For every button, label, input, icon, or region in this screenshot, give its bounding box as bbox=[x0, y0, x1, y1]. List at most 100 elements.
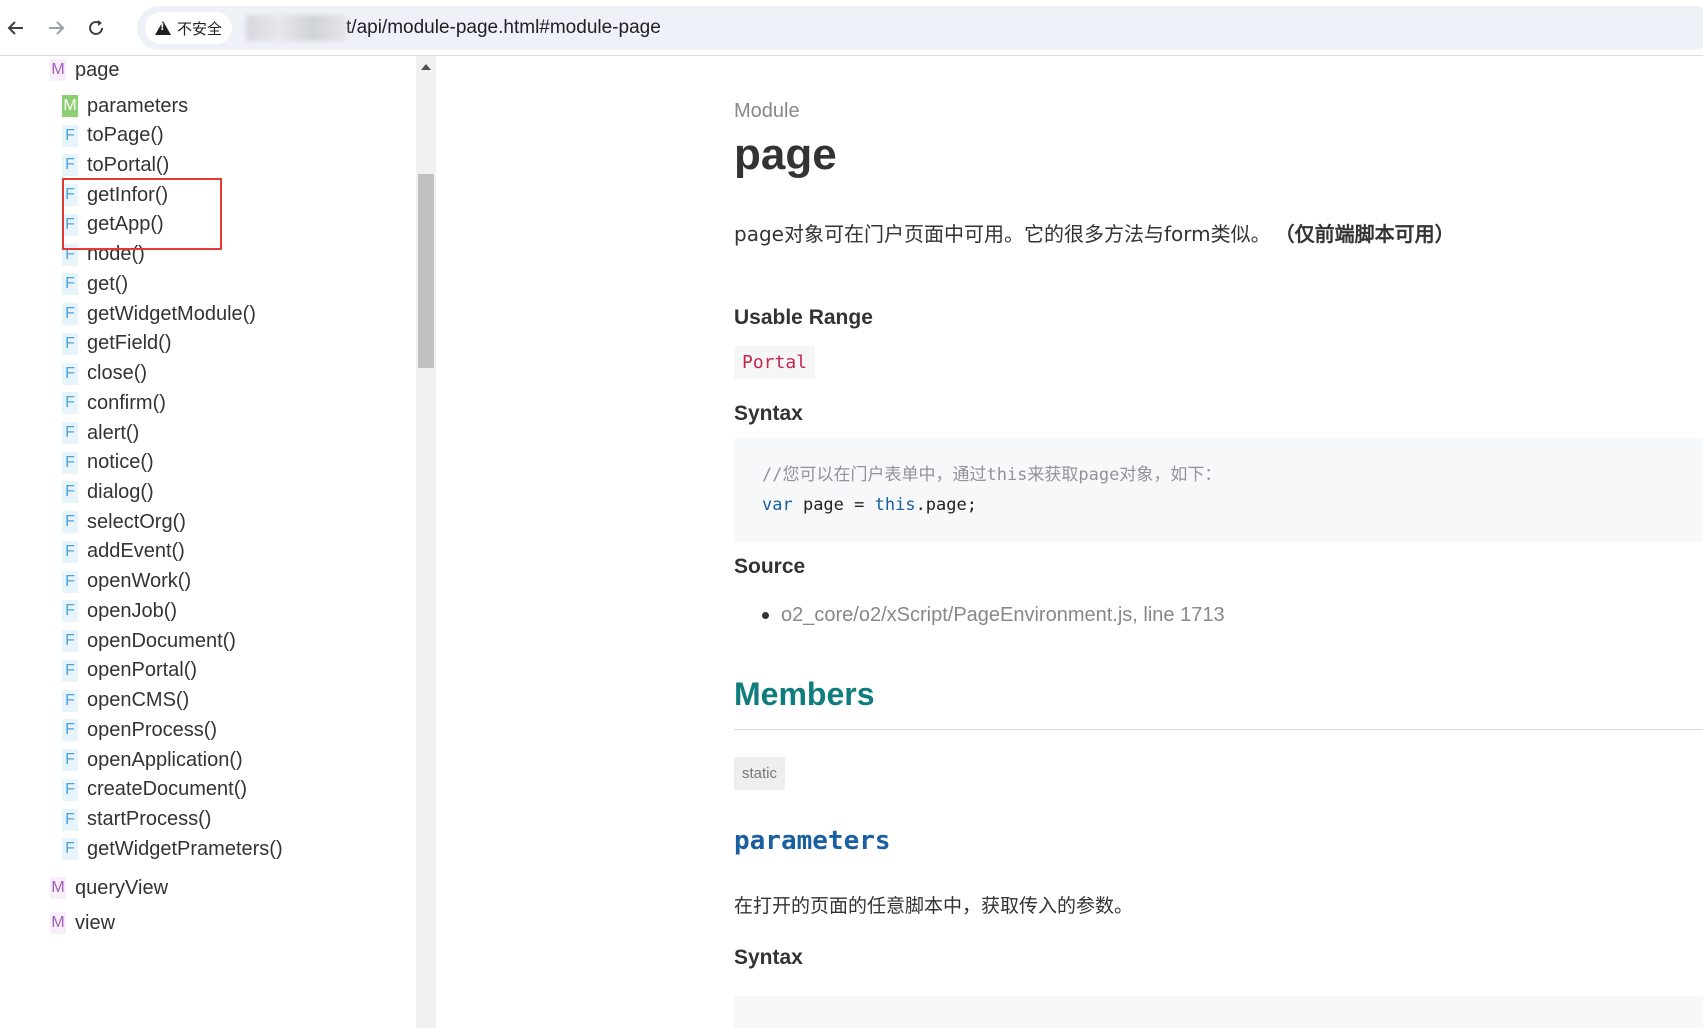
sidebar-item-getinfor[interactable]: FgetInfor() bbox=[62, 181, 168, 209]
function-kind-icon: F bbox=[62, 243, 78, 266]
member-syntax-heading: Syntax bbox=[734, 946, 803, 969]
function-kind-icon: F bbox=[62, 570, 78, 593]
sidebar-item-label: toPage() bbox=[87, 124, 164, 147]
sidebar-item-openjob[interactable]: FopenJob() bbox=[62, 597, 177, 625]
sidebar-item-label: page bbox=[75, 58, 120, 81]
sidebar-item-opencms[interactable]: FopenCMS() bbox=[62, 687, 189, 715]
main-content: Module page page对象可在门户页面中可用。它的很多方法与form类… bbox=[436, 56, 1703, 1028]
module-kind-icon: M bbox=[50, 59, 66, 81]
usable-range-heading: Usable Range bbox=[734, 306, 873, 329]
function-kind-icon: F bbox=[62, 659, 78, 682]
sidebar-item-startprocess[interactable]: FstartProcess() bbox=[62, 806, 211, 834]
redacted-host bbox=[246, 15, 347, 41]
function-kind-icon: F bbox=[62, 749, 78, 772]
security-label: 不安全 bbox=[177, 19, 223, 38]
sidebar-scrollbar[interactable] bbox=[416, 56, 436, 1028]
sidebar-item-confirm[interactable]: Fconfirm() bbox=[62, 389, 166, 417]
function-kind-icon: F bbox=[62, 481, 78, 504]
sidebar-item-getapp[interactable]: FgetApp() bbox=[62, 211, 164, 239]
sidebar-item-addevent[interactable]: FaddEvent() bbox=[62, 538, 185, 566]
sidebar-item-label: node() bbox=[87, 243, 145, 266]
sidebar-item-opendocument[interactable]: FopenDocument() bbox=[62, 627, 236, 655]
function-kind-icon: F bbox=[62, 184, 78, 207]
function-kind-icon: F bbox=[62, 808, 78, 831]
member-code-block bbox=[734, 996, 1703, 1028]
sidebar-item-view[interactable]: M view bbox=[50, 909, 115, 937]
sidebar-item-label: getWidgetPrameters() bbox=[87, 837, 283, 860]
sidebar-item-getwidgetmodule[interactable]: FgetWidgetModule() bbox=[62, 300, 256, 328]
sidebar-item-get[interactable]: Fget() bbox=[62, 270, 128, 298]
member-kind-icon: M bbox=[62, 95, 78, 117]
members-heading: Members bbox=[734, 676, 875, 712]
sidebar-item-notice[interactable]: Fnotice() bbox=[62, 449, 154, 477]
module-label: Module bbox=[734, 100, 800, 122]
sidebar-item-label: queryView bbox=[75, 876, 169, 899]
module-description: page对象可在门户页面中可用。它的很多方法与form类似。 （仅前端脚本可用） bbox=[734, 218, 1455, 247]
arrow-right-icon bbox=[49, 21, 65, 35]
function-kind-icon: F bbox=[62, 154, 78, 177]
sidebar-item-node[interactable]: Fnode() bbox=[62, 241, 145, 269]
sidebar-item-label: toPortal() bbox=[87, 153, 170, 176]
back-button[interactable] bbox=[0, 12, 32, 44]
sidebar-item-getwidgetprameters[interactable]: FgetWidgetPrameters() bbox=[62, 835, 283, 863]
sidebar-item-label: notice() bbox=[87, 451, 154, 474]
syntax-code-block: //您可以在门户表单中，通过this来获取page对象，如下： var page… bbox=[734, 438, 1703, 542]
sidebar-item-dialog[interactable]: Fdialog() bbox=[62, 478, 154, 506]
sidebar-item-selectorg[interactable]: FselectOrg() bbox=[62, 508, 186, 536]
page-title: page bbox=[734, 130, 837, 179]
scroll-thumb[interactable] bbox=[418, 174, 434, 368]
sidebar-item-label: confirm() bbox=[87, 391, 166, 414]
sidebar-item-label: getApp() bbox=[87, 213, 164, 236]
reload-icon bbox=[89, 20, 103, 35]
sidebar-item-toportal[interactable]: FtoPortal() bbox=[62, 151, 169, 179]
sidebar-item-parameters[interactable]: Mparameters bbox=[62, 92, 188, 120]
sidebar-item-openwork[interactable]: FopenWork() bbox=[62, 568, 191, 596]
function-kind-icon: F bbox=[62, 303, 78, 326]
sidebar-item-label: createDocument() bbox=[87, 778, 248, 801]
sidebar-item-label: openDocument() bbox=[87, 629, 236, 652]
code-line: var page = this.page; bbox=[762, 490, 1703, 520]
sidebar-item-label: getWidgetModule() bbox=[87, 302, 256, 325]
browser-toolbar: 不安全 t/api/module-page.html#module-page bbox=[0, 0, 1703, 56]
sidebar-item-alert[interactable]: Falert() bbox=[62, 419, 139, 447]
sidebar-item-page[interactable]: M page bbox=[50, 56, 120, 84]
sidebar-nav: M page Mparameters FtoPage() FtoPortal() Fg… bbox=[0, 56, 416, 1028]
bullet bbox=[762, 612, 769, 619]
function-kind-icon: F bbox=[62, 600, 78, 623]
static-tag: static bbox=[734, 757, 786, 790]
sidebar-item-openapplication[interactable]: FopenApplication() bbox=[62, 746, 243, 774]
sidebar-item-label: openProcess() bbox=[87, 718, 218, 741]
forward-button[interactable] bbox=[40, 12, 72, 44]
function-kind-icon: F bbox=[62, 630, 78, 653]
code-plain: .page; bbox=[915, 495, 977, 515]
module-kind-icon: M bbox=[50, 912, 66, 934]
sidebar-item-topage[interactable]: FtoPage() bbox=[62, 122, 164, 150]
source-heading: Source bbox=[734, 555, 806, 578]
sidebar-item-label: get() bbox=[87, 272, 129, 295]
address-bar[interactable]: 不安全 t/api/module-page.html#module-page bbox=[137, 6, 1703, 50]
sidebar-item-label: close() bbox=[87, 362, 148, 385]
sidebar-item-close[interactable]: Fclose() bbox=[62, 360, 147, 388]
scroll-up-icon[interactable] bbox=[421, 64, 431, 70]
sidebar-item-openprocess[interactable]: FopenProcess() bbox=[62, 716, 217, 744]
function-kind-icon: F bbox=[62, 689, 78, 712]
source-link[interactable]: o2_core/o2/xScript/PageEnvironment.js, l… bbox=[781, 604, 1225, 627]
sidebar-item-label: alert() bbox=[87, 421, 140, 444]
function-kind-icon: F bbox=[62, 778, 78, 801]
sidebar-item-label: selectOrg() bbox=[87, 510, 186, 533]
function-kind-icon: F bbox=[62, 124, 78, 147]
source-list-item: o2_core/o2/xScript/PageEnvironment.js, l… bbox=[762, 604, 1225, 627]
syntax-heading: Syntax bbox=[734, 402, 803, 425]
security-chip[interactable]: 不安全 bbox=[145, 12, 233, 44]
module-kind-icon: M bbox=[50, 877, 66, 899]
reload-button[interactable] bbox=[80, 12, 112, 44]
sidebar-item-queryview[interactable]: M queryView bbox=[50, 874, 168, 902]
sidebar-item-openportal[interactable]: FopenPortal() bbox=[62, 657, 197, 685]
member-name-parameters: parameters bbox=[734, 826, 891, 856]
sidebar-item-label: getInfor() bbox=[87, 183, 169, 206]
function-kind-icon: F bbox=[62, 511, 78, 534]
sidebar-item-getfield[interactable]: FgetField() bbox=[62, 330, 171, 358]
function-kind-icon: F bbox=[62, 362, 78, 385]
sidebar-item-createdocument[interactable]: FcreateDocument() bbox=[62, 776, 247, 804]
sidebar-item-label: openPortal() bbox=[87, 659, 198, 682]
